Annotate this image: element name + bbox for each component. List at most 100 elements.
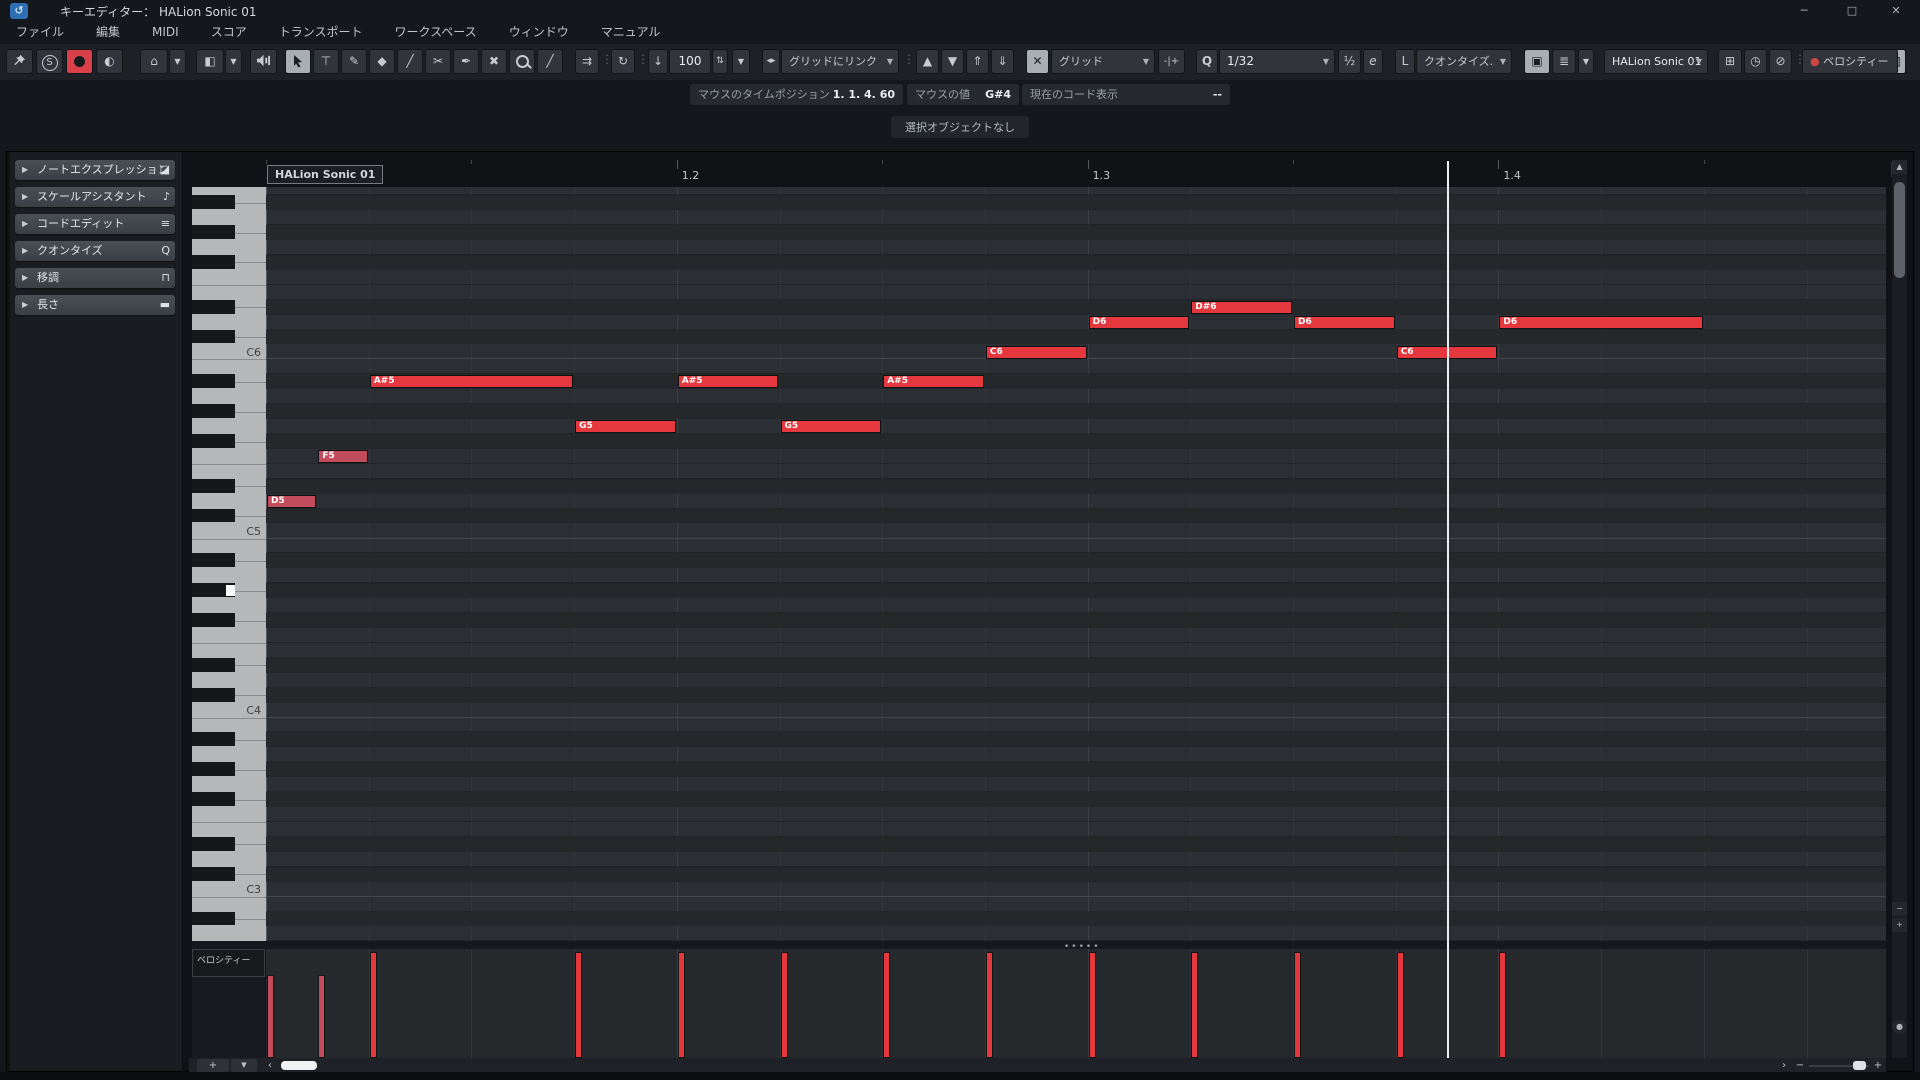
black-key[interactable] — [192, 553, 235, 568]
menu-item-3[interactable]: スコア — [195, 22, 263, 43]
lane-scale-knob[interactable]: ● — [1892, 1020, 1907, 1034]
midi-note[interactable]: F5 — [318, 449, 368, 463]
midi-note[interactable]: D6 — [1294, 315, 1395, 329]
event-colors-dropdown[interactable]: ● ベロシティー — [1802, 49, 1898, 74]
selection-status: 選択オブジェクトなし — [891, 116, 1029, 138]
inspector-section-1[interactable]: ▶ スケールアシスタント ♪ — [15, 187, 175, 207]
velocity-bar[interactable] — [677, 952, 685, 1058]
midi-note[interactable]: D6 — [1499, 315, 1703, 329]
vzoom-in-button[interactable]: + — [1892, 918, 1907, 932]
inspector-section-0[interactable]: ▶ ノートエクスプレッション ◪ — [15, 160, 175, 180]
midi-note[interactable]: D#6 — [1191, 300, 1292, 314]
black-key[interactable] — [192, 732, 235, 747]
vertical-scrollbar[interactable]: ▲ − + ● — [1892, 160, 1907, 1058]
menu-item-4[interactable]: トランスポート — [263, 22, 379, 43]
black-key[interactable] — [192, 657, 235, 672]
black-key[interactable] — [192, 404, 235, 419]
velocity-lane[interactable] — [266, 949, 1886, 1058]
black-key[interactable] — [192, 225, 235, 239]
velocity-bar[interactable] — [1088, 952, 1096, 1058]
velocity-bar[interactable] — [267, 975, 274, 1058]
lane-preset-dropdown[interactable]: ▼ — [231, 1059, 257, 1072]
black-key[interactable] — [192, 374, 235, 389]
black-key[interactable] — [192, 792, 235, 806]
add-lane-button[interactable]: + — [197, 1059, 229, 1072]
horizontal-scroll-thumb[interactable] — [281, 1061, 317, 1070]
part-label[interactable]: HALion Sonic 01 — [267, 165, 384, 184]
black-key[interactable] — [192, 434, 235, 448]
velocity-bar[interactable] — [1396, 952, 1404, 1058]
cubase-logo-icon: ↺ — [10, 3, 28, 19]
black-key[interactable] — [192, 762, 235, 777]
scroll-right-button[interactable]: › — [1777, 1059, 1791, 1072]
expand-arrow-icon: ▶ — [22, 246, 29, 255]
info-box[interactable]: 現在のコード表示 -- — [1022, 84, 1230, 105]
playhead[interactable] — [1447, 161, 1449, 1058]
midi-note[interactable]: G5 — [780, 420, 882, 434]
black-key[interactable] — [192, 687, 235, 702]
midi-note[interactable]: A#5 — [677, 375, 779, 389]
velocity-bar[interactable] — [1191, 952, 1199, 1058]
menu-item-2[interactable]: MIDI — [136, 22, 195, 43]
vzoom-out-button[interactable]: − — [1892, 902, 1907, 916]
black-key[interactable] — [192, 329, 235, 344]
velocity-bar[interactable] — [1294, 952, 1301, 1058]
menu-item-6[interactable]: ウィンドウ — [493, 22, 585, 43]
black-row-stripe — [266, 687, 1886, 703]
midi-note[interactable]: A#5 — [883, 375, 984, 389]
hzoom-in-button[interactable]: + — [1871, 1059, 1885, 1072]
menu-item-5[interactable]: ワークスペース — [378, 22, 492, 43]
inspector-section-label: コードエディット — [37, 217, 125, 230]
inspector-section-5[interactable]: ▶ 長さ ▬ — [15, 295, 175, 315]
midi-note[interactable]: G5 — [575, 420, 676, 434]
piano-keyboard[interactable]: C6 C5 C4 C3 — [192, 187, 266, 941]
inspector-section-3[interactable]: ▶ クオンタイズ Q — [15, 241, 175, 261]
close-button[interactable]: ✕ — [1876, 0, 1916, 22]
info-box[interactable]: マウスのタイムポジション 1. 1. 4. 60 — [690, 84, 903, 105]
velocity-bar[interactable] — [318, 975, 326, 1058]
velocity-lane-label[interactable]: ベロシティー — [192, 949, 265, 977]
black-key[interactable] — [192, 836, 235, 851]
inspector-section-4[interactable]: ▶ 移調 ⊓ — [15, 268, 175, 288]
velocity-bar[interactable] — [883, 952, 891, 1058]
info-box[interactable]: マウスの値 G#4 — [907, 84, 1019, 105]
menu-item-0[interactable]: ファイル — [0, 22, 80, 43]
key-separator — [235, 307, 266, 309]
vertical-scroll-thumb[interactable] — [1894, 182, 1905, 278]
black-key[interactable] — [192, 299, 235, 314]
velocity-bar[interactable] — [985, 952, 993, 1058]
midi-note[interactable]: A#5 — [369, 375, 574, 389]
key-separator — [192, 896, 266, 898]
key-separator — [235, 665, 266, 667]
velocity-bar[interactable] — [575, 952, 583, 1058]
menu-item-7[interactable]: マニュアル — [585, 22, 677, 43]
velocity-bar[interactable] — [1499, 952, 1507, 1058]
minimize-button[interactable]: ─ — [1784, 0, 1824, 22]
black-key[interactable] — [192, 866, 235, 881]
timeline-ruler[interactable]: HALion Sonic 01 1.2 1.3 1.4 — [266, 160, 1886, 188]
black-key[interactable] — [192, 478, 235, 493]
scroll-left-button[interactable]: ‹ — [263, 1059, 277, 1072]
midi-note[interactable]: C6 — [985, 345, 1087, 359]
midi-note[interactable]: D6 — [1088, 315, 1190, 329]
hzoom-out-button[interactable]: − — [1793, 1059, 1807, 1072]
menu-item-1[interactable]: 編集 — [80, 22, 136, 43]
scroll-up-button[interactable]: ▲ — [1892, 160, 1907, 174]
inspector-section-label: 移調 — [37, 271, 59, 284]
info-label: マウスのタイムポジション — [698, 88, 830, 101]
black-key[interactable] — [192, 195, 235, 210]
lane-divider[interactable]: ••••• — [192, 941, 1886, 952]
velocity-bar[interactable] — [369, 952, 377, 1058]
sub-tick — [882, 160, 884, 164]
inspector-section-2[interactable]: ▶ コードエディット ≡ — [15, 214, 175, 234]
midi-note[interactable]: D5 — [267, 494, 317, 508]
black-key[interactable] — [192, 255, 235, 269]
black-key[interactable] — [192, 613, 235, 627]
maximize-button[interactable]: □ — [1832, 0, 1872, 22]
black-key[interactable] — [192, 508, 235, 523]
horizontal-scrollbar[interactable]: + ▼ ‹ › − + — [189, 1058, 1886, 1073]
black-key[interactable] — [192, 911, 235, 926]
hzoom-slider-thumb[interactable] — [1853, 1061, 1866, 1070]
note-grid[interactable]: D5 F5 A#5 G5 A#5 G5 A#5 C6 D6 D#6 D6 C6 D6 — [266, 187, 1886, 941]
velocity-bar[interactable] — [780, 952, 788, 1058]
